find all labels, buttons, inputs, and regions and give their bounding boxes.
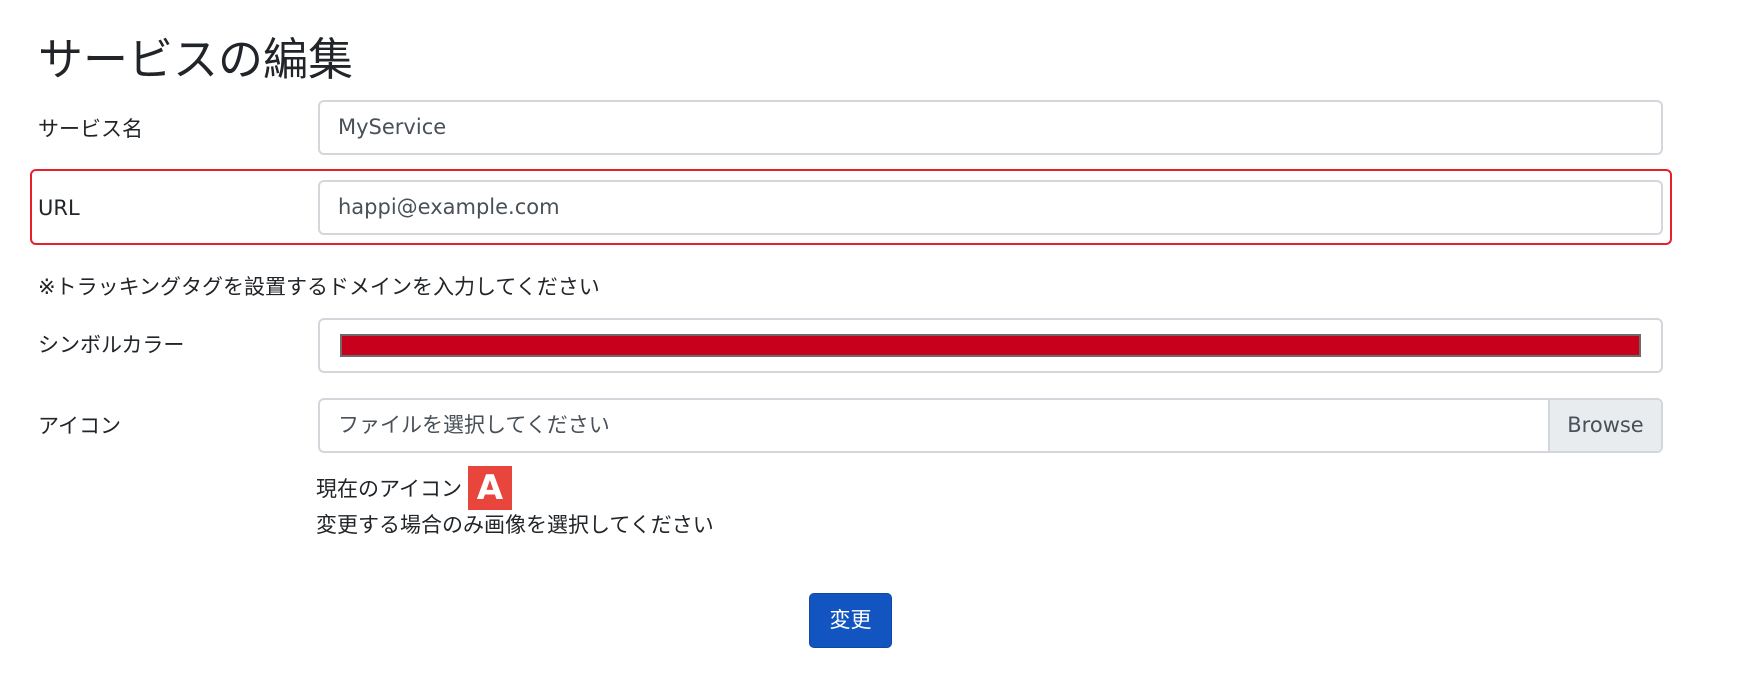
color-swatch[interactable] <box>340 334 1641 357</box>
url-input[interactable]: happi@example.com <box>318 180 1663 235</box>
edit-service-page: サービスの編集 サービス名 MyService URL happi@exampl… <box>0 0 1737 676</box>
submit-change-button[interactable]: 変更 <box>809 593 892 648</box>
browse-button[interactable]: Browse <box>1548 400 1661 451</box>
url-placeholder: happi@example.com <box>338 195 560 219</box>
service-name-input[interactable]: MyService <box>318 100 1663 155</box>
symbol-color-label: シンボルカラー <box>38 333 185 357</box>
service-name-label: サービス名 <box>38 117 143 141</box>
url-label: URL <box>38 196 80 220</box>
icon-change-note: 変更する場合のみ画像を選択してください <box>316 513 714 537</box>
symbol-color-input[interactable] <box>318 318 1663 373</box>
icon-file-input[interactable]: ファイルを選択してください Browse <box>318 398 1663 453</box>
icon-label: アイコン <box>38 414 121 438</box>
page-title: サービスの編集 <box>38 33 354 86</box>
url-hint-text: ※トラッキングタグを設置するドメインを入力してください <box>38 275 600 299</box>
current-icon-avatar: A <box>467 466 512 510</box>
icon-file-placeholder: ファイルを選択してください <box>338 413 610 437</box>
service-name-value: MyService <box>338 115 447 139</box>
current-icon-label: 現在のアイコン <box>316 477 462 501</box>
current-icon-row: 現在のアイコン A <box>316 466 512 510</box>
